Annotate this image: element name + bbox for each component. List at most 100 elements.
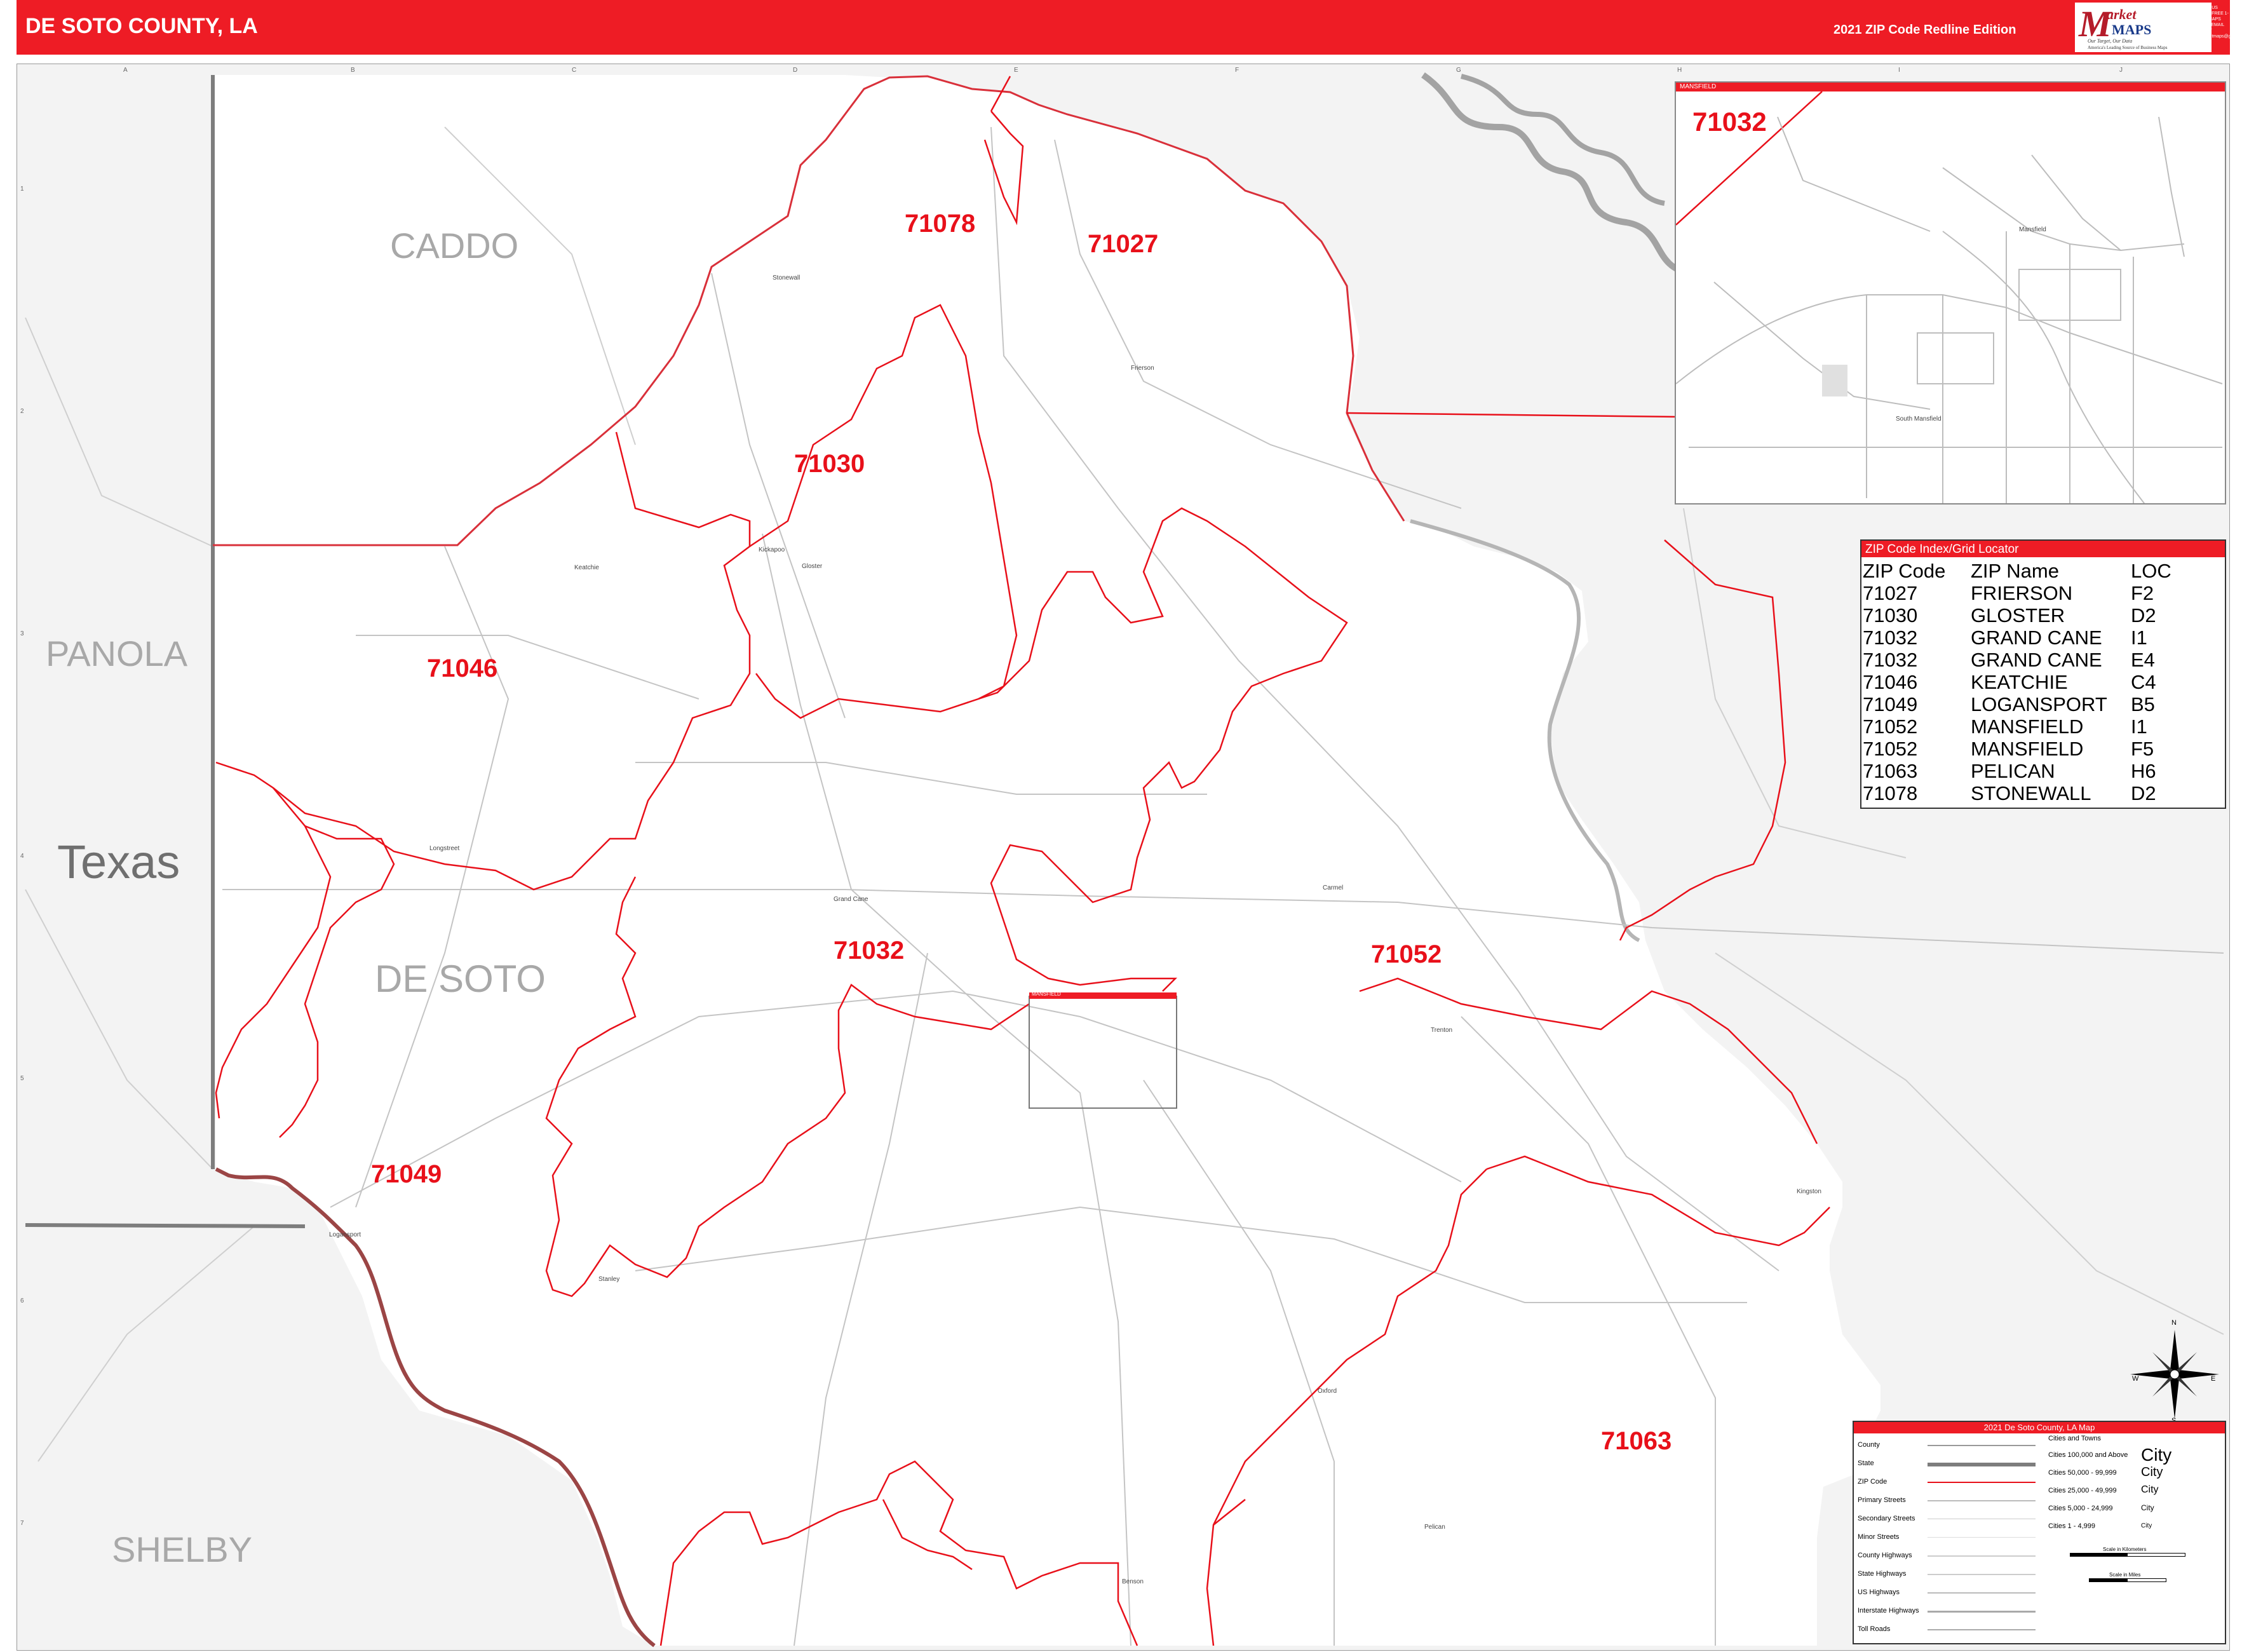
zip-code-cell: 71052 xyxy=(1863,738,1918,760)
county-area xyxy=(213,75,1881,1646)
legend-city-row: Cities 25,000 - 49,999 xyxy=(2048,1487,2117,1494)
legend-item: Interstate Highways xyxy=(1858,1607,1919,1615)
zip-index-header: ZIP Code Index/Grid Locator xyxy=(1861,541,2225,557)
town-gloster: Gloster xyxy=(802,563,823,570)
red-river xyxy=(1421,72,1691,276)
zip-index-row: 71046 KEATCHIE C4 xyxy=(1861,671,2225,693)
legend-state-line xyxy=(1928,1463,2036,1466)
zip-name-cell: LOGANSPORT xyxy=(1971,693,2107,715)
loc-cell: F5 xyxy=(2131,738,2154,760)
svg-text:F: F xyxy=(1235,67,1239,74)
shelby-label: SHELBY xyxy=(112,1529,252,1569)
de-soto-label: DE SOTO xyxy=(375,958,546,1000)
zip-name-cell: MANSFIELD xyxy=(1971,738,2084,760)
legend-item: US Highways xyxy=(1858,1588,1900,1596)
svg-text:6: 6 xyxy=(20,1297,24,1304)
zip-code-cell: 71046 xyxy=(1863,671,1918,693)
zip-name-cell: GRAND CANE xyxy=(1971,649,2102,671)
col-zip-code: ZIP Code xyxy=(1863,560,1946,582)
svg-text:1: 1 xyxy=(20,186,24,193)
loc-cell: C4 xyxy=(2131,671,2156,693)
legend-item: Minor Streets xyxy=(1858,1533,1900,1541)
zip-code-cell: 71032 xyxy=(1863,649,1918,671)
legend-minor-line xyxy=(1928,1537,2036,1538)
legend-item: Toll Roads xyxy=(1858,1625,1891,1633)
zip-label-71032: 71032 xyxy=(834,937,905,965)
zip-label-71046: 71046 xyxy=(427,654,498,682)
zip-index-table: ZIP Code Index/Grid Locator ZIP Code ZIP… xyxy=(1860,539,2226,809)
inset-town-south-mansfield: South Mansfield xyxy=(1896,416,1941,423)
town-oxford: Oxford xyxy=(1318,1388,1337,1395)
legend-county-hwy-line xyxy=(1928,1555,2036,1557)
legend-item: ZIP Code xyxy=(1858,1478,1887,1486)
legend-header: 2021 De Soto County, LA Map xyxy=(1854,1422,2225,1433)
legend-primary-line xyxy=(1928,1500,2036,1501)
svg-text:G: G xyxy=(1456,67,1461,74)
red-river-2 xyxy=(1461,74,1665,206)
inset-zip-71032: 71032 xyxy=(1692,107,1767,137)
legend-county-line xyxy=(1928,1445,2036,1446)
legend-item: County Highways xyxy=(1858,1552,1912,1559)
svg-text:D: D xyxy=(793,67,797,74)
zip-name-cell: PELICAN xyxy=(1971,760,2055,782)
legend-toll-line xyxy=(1928,1629,2036,1630)
legend-item: Primary Streets xyxy=(1858,1496,1906,1504)
scale-bar-mi xyxy=(2089,1578,2166,1582)
scale-bar-km xyxy=(2070,1553,2185,1557)
zip-name-cell: GLOSTER xyxy=(1971,604,2065,626)
town-logansport: Logansport xyxy=(329,1231,361,1238)
mansfield-inset-tab-label: MANSFIELD xyxy=(1032,991,1061,997)
compass-e: E xyxy=(2211,1375,2216,1383)
compass-rose-icon xyxy=(2130,1330,2219,1419)
zip-index-row: 71063 PELICAN H6 xyxy=(1861,760,2225,782)
town-keatchie: Keatchie xyxy=(574,564,599,571)
inset-canvas xyxy=(1676,91,2223,503)
zip-index-row: 71078 STONEWALL D2 xyxy=(1861,782,2225,804)
legend-item: Secondary Streets xyxy=(1858,1515,1915,1522)
zip-index-columns: ZIP Code ZIP Name LOC xyxy=(1861,560,2225,582)
svg-text:2: 2 xyxy=(20,408,24,415)
zip-index-row: 71027 FRIERSON F2 xyxy=(1861,582,2225,604)
zip-label-71052: 71052 xyxy=(1371,940,1442,968)
svg-text:E: E xyxy=(1014,67,1018,74)
svg-text:B: B xyxy=(351,67,355,74)
town-carmel: Carmel xyxy=(1323,884,1344,891)
svg-text:3: 3 xyxy=(20,630,24,637)
zip-name-cell: MANSFIELD xyxy=(1971,715,2084,738)
town-stonewall: Stonewall xyxy=(773,274,800,281)
legend-city-row: Cities 50,000 - 99,999 xyxy=(2048,1469,2117,1477)
legend-state-hwy-line xyxy=(1928,1574,2036,1575)
legend-scale-mi: Scale in Miles xyxy=(2109,1572,2141,1578)
compass-n: N xyxy=(2171,1319,2177,1327)
town-longstreet: Longstreet xyxy=(429,845,460,852)
zip-name-cell: GRAND CANE xyxy=(1971,626,2102,649)
zip-code-cell: 71052 xyxy=(1863,715,1918,738)
legend-city-symbol: City xyxy=(2141,1503,2154,1512)
legend-city-row: Cities 1 - 4,999 xyxy=(2048,1522,2095,1530)
legend-item: State xyxy=(1858,1459,1874,1467)
inset-town-mansfield: Mansfield xyxy=(2019,226,2046,233)
loc-cell: D2 xyxy=(2131,604,2156,626)
zip-index-row: 71052 MANSFIELD F5 xyxy=(1861,738,2225,760)
legend-city-symbol: City xyxy=(2141,1522,2152,1529)
zip-code-cell: 71030 xyxy=(1863,604,1918,626)
zip-label-71030: 71030 xyxy=(794,450,865,478)
legend-item: County xyxy=(1858,1441,1880,1449)
town-kingston: Kingston xyxy=(1797,1188,1821,1195)
svg-text:I: I xyxy=(1898,67,1900,74)
mansfield-inset: MANSFIELD 71032 Mansfield South Mansfiel… xyxy=(1675,81,2226,504)
zip-index-title: ZIP Code Index/Grid Locator xyxy=(1865,543,2019,556)
svg-text:4: 4 xyxy=(20,853,24,860)
svg-text:J: J xyxy=(2119,67,2123,74)
legend-city-symbol: City xyxy=(2141,1465,2163,1479)
svg-text:C: C xyxy=(572,67,576,74)
legend-us-hwy-line xyxy=(1928,1592,2036,1594)
texas-label: Texas xyxy=(57,836,180,888)
col-zip-name: ZIP Name xyxy=(1971,560,2059,582)
town-benson: Benson xyxy=(1122,1578,1144,1585)
loc-cell: E4 xyxy=(2131,649,2155,671)
zip-name-cell: KEATCHIE xyxy=(1971,671,2068,693)
inset-header: MANSFIELD xyxy=(1676,83,2225,91)
loc-cell: I1 xyxy=(2131,715,2147,738)
zip-name-cell: FRIERSON xyxy=(1971,582,2073,604)
